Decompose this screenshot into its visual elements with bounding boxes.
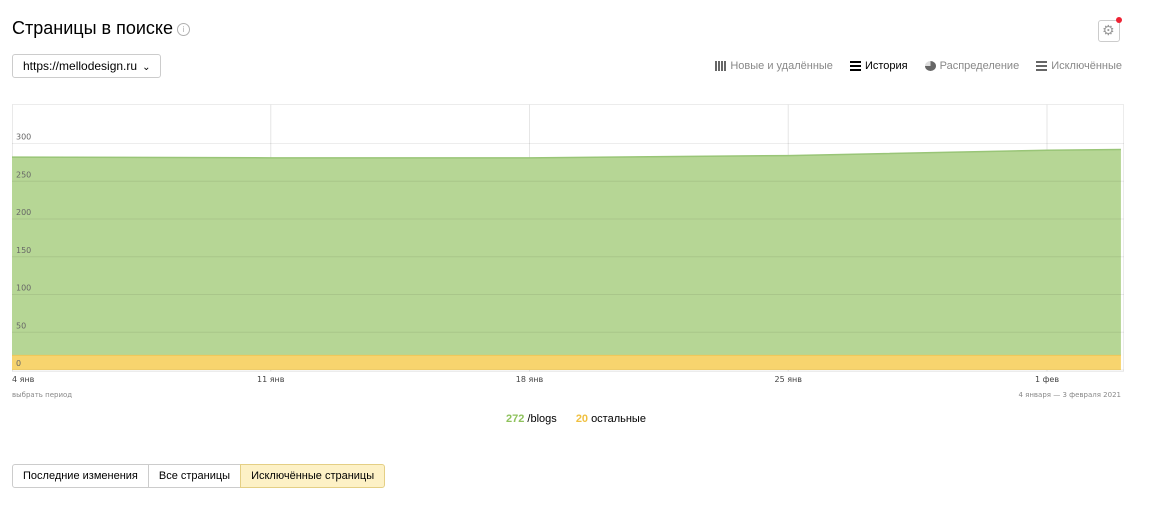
legend-item-other[interactable]: 20 остальные [576, 413, 646, 425]
tab-excluded-pages[interactable]: Исключённые страницы [240, 464, 386, 488]
chart-legend: 272/blogs 20 остальные [0, 413, 1152, 425]
x-tick-label: 18 янв [515, 375, 544, 384]
area-series-1 [12, 149, 1121, 355]
waves-icon [1036, 61, 1048, 71]
waves-icon [849, 61, 861, 71]
view-tab-excluded[interactable]: Исключённые [1036, 60, 1122, 72]
legend-label: остальные [591, 413, 646, 425]
gear-icon: ⚙ [1102, 23, 1115, 39]
legend-value: 20 [575, 413, 589, 425]
settings-button[interactable]: ⚙ [1098, 17, 1122, 42]
tab-all-pages[interactable]: Все страницы [147, 464, 242, 488]
bars-icon [715, 61, 727, 71]
page-title: Страницы в поиске i [12, 18, 190, 39]
date-range: 4 января — 3 февраля 2021 [1018, 391, 1121, 399]
y-tick-label: 250 [16, 170, 31, 179]
x-tick-label: 4 янв [12, 375, 35, 384]
site-select-value: https://mellodesign.ru [23, 59, 138, 73]
info-icon[interactable]: i [176, 23, 190, 36]
x-axis-labels: 4 янв 11 янв 18 янв 25 янв 1 фев [12, 375, 1124, 387]
view-tab-label: Новые и удалённые [730, 60, 833, 72]
pie-icon [924, 61, 936, 71]
y-tick-label: 50 [16, 321, 26, 330]
pages-tabs: Последние изменения Все страницы Исключё… [12, 464, 386, 488]
pick-period-link[interactable]: выбрать период [12, 391, 72, 399]
history-chart[interactable]: 0 50 100 150 200 250 300 [12, 104, 1124, 372]
area-series-0 [12, 354, 1121, 370]
legend-label: /blogs [527, 413, 557, 425]
view-tab-label: История [864, 60, 908, 72]
view-tab-new-removed[interactable]: Новые и удалённые [715, 60, 833, 72]
legend-value: 272 [506, 413, 525, 425]
view-tab-history[interactable]: История [849, 60, 908, 72]
chevron-down-icon: ⌄ [142, 62, 151, 73]
tab-recent-changes[interactable]: Последние изменения [12, 464, 149, 488]
site-select[interactable]: https://mellodesign.ru ⌄ [12, 54, 162, 78]
y-tick-label: 0 [16, 359, 21, 368]
y-tick-label: 300 [16, 133, 31, 142]
x-tick-label: 11 янв [257, 375, 285, 384]
history-chart-svg: 0 50 100 150 200 250 300 [12, 104, 1124, 372]
y-tick-label: 200 [16, 208, 31, 217]
legend-item-blogs[interactable]: 272/blogs [506, 413, 557, 425]
notification-dot [1116, 17, 1122, 23]
y-tick-label: 150 [16, 246, 31, 255]
view-tab-label: Исключённые [1051, 60, 1122, 72]
view-tabs: Новые и удалённые История Распределение … [715, 60, 1122, 72]
view-tab-label: Распределение [939, 60, 1020, 72]
y-tick-label: 100 [16, 284, 31, 293]
view-tab-distribution[interactable]: Распределение [924, 60, 1020, 72]
x-tick-label: 25 янв [774, 375, 802, 384]
x-tick-label: 1 фев [1034, 375, 1060, 384]
